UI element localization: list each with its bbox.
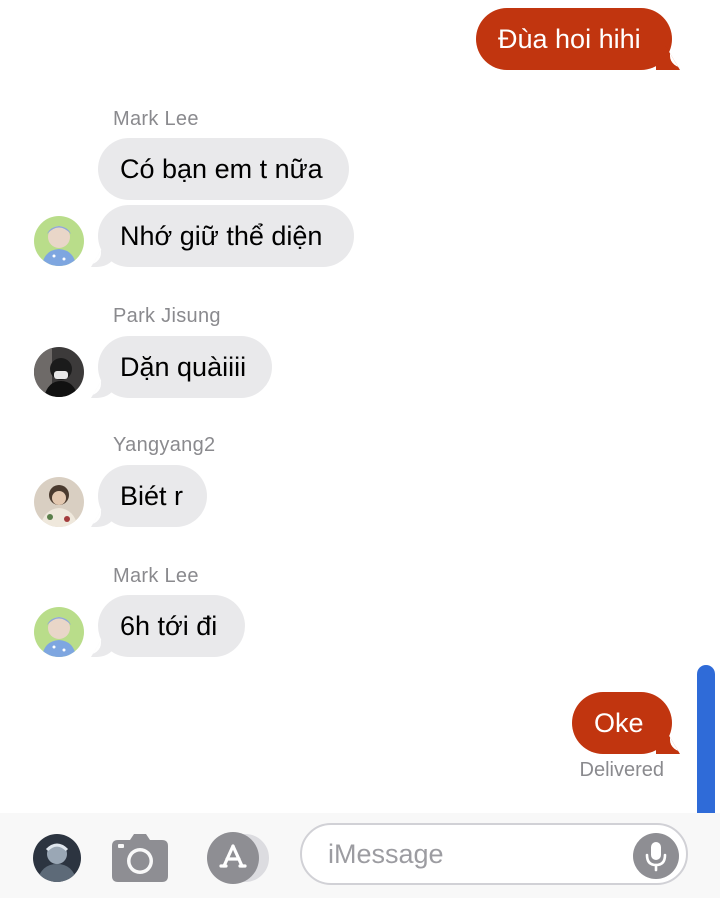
- avatar[interactable]: [34, 347, 84, 397]
- message-text: Oke: [594, 708, 644, 738]
- message-composer-bar: [0, 813, 720, 898]
- outgoing-message-bubble[interactable]: Đùa hoi hihi: [476, 8, 680, 70]
- camera-button[interactable]: [112, 834, 168, 882]
- message-text: Có bạn em t nữa: [120, 154, 323, 184]
- camera-icon: [112, 834, 168, 882]
- outgoing-message-bubble[interactable]: Oke: [572, 692, 680, 754]
- dictation-button[interactable]: [633, 833, 679, 879]
- bubble-tail: [91, 503, 115, 527]
- message-text: 6h tới đi: [120, 611, 218, 641]
- imessage-input[interactable]: [328, 833, 618, 875]
- avatar[interactable]: [34, 477, 84, 527]
- message-text: Nhớ giữ thể diện: [120, 221, 323, 251]
- memoji-app-button[interactable]: [33, 834, 81, 882]
- message-text: Đùa hoi hihi: [498, 24, 641, 54]
- imessage-input-container[interactable]: [300, 823, 688, 885]
- incoming-message-bubble[interactable]: Biét r: [91, 465, 207, 527]
- incoming-message-bubble[interactable]: Dặn quàiiii: [91, 336, 272, 398]
- sender-name: Mark Lee: [113, 565, 199, 587]
- message-text: Biét r: [120, 481, 184, 511]
- bubble-tail: [91, 374, 115, 398]
- bubble-tail: [91, 243, 115, 267]
- microphone-icon: [645, 842, 667, 872]
- sender-name: Park Jisung: [113, 305, 221, 327]
- app-store-button[interactable]: [205, 832, 273, 884]
- message-text: Dặn quàiiii: [120, 352, 247, 382]
- bubble-tail: [656, 730, 680, 754]
- scrollbar[interactable]: [697, 665, 715, 815]
- bubble-tail: [656, 46, 680, 70]
- messages-screen: Đùa hoi hihi Mark Lee Có bạn em t nữa Nh…: [0, 0, 720, 898]
- incoming-message-bubble[interactable]: Nhớ giữ thể diện: [91, 205, 354, 267]
- sender-name: Mark Lee: [113, 108, 199, 130]
- sender-name: Yangyang2: [113, 434, 216, 456]
- incoming-message-bubble[interactable]: 6h tới đi: [91, 595, 245, 657]
- incoming-message-bubble[interactable]: Có bạn em t nữa: [98, 138, 349, 200]
- delivery-status: Delivered: [579, 759, 664, 781]
- avatar[interactable]: [34, 216, 84, 266]
- app-store-icon: [207, 832, 271, 884]
- avatar[interactable]: [34, 607, 84, 657]
- bubble-tail: [91, 633, 115, 657]
